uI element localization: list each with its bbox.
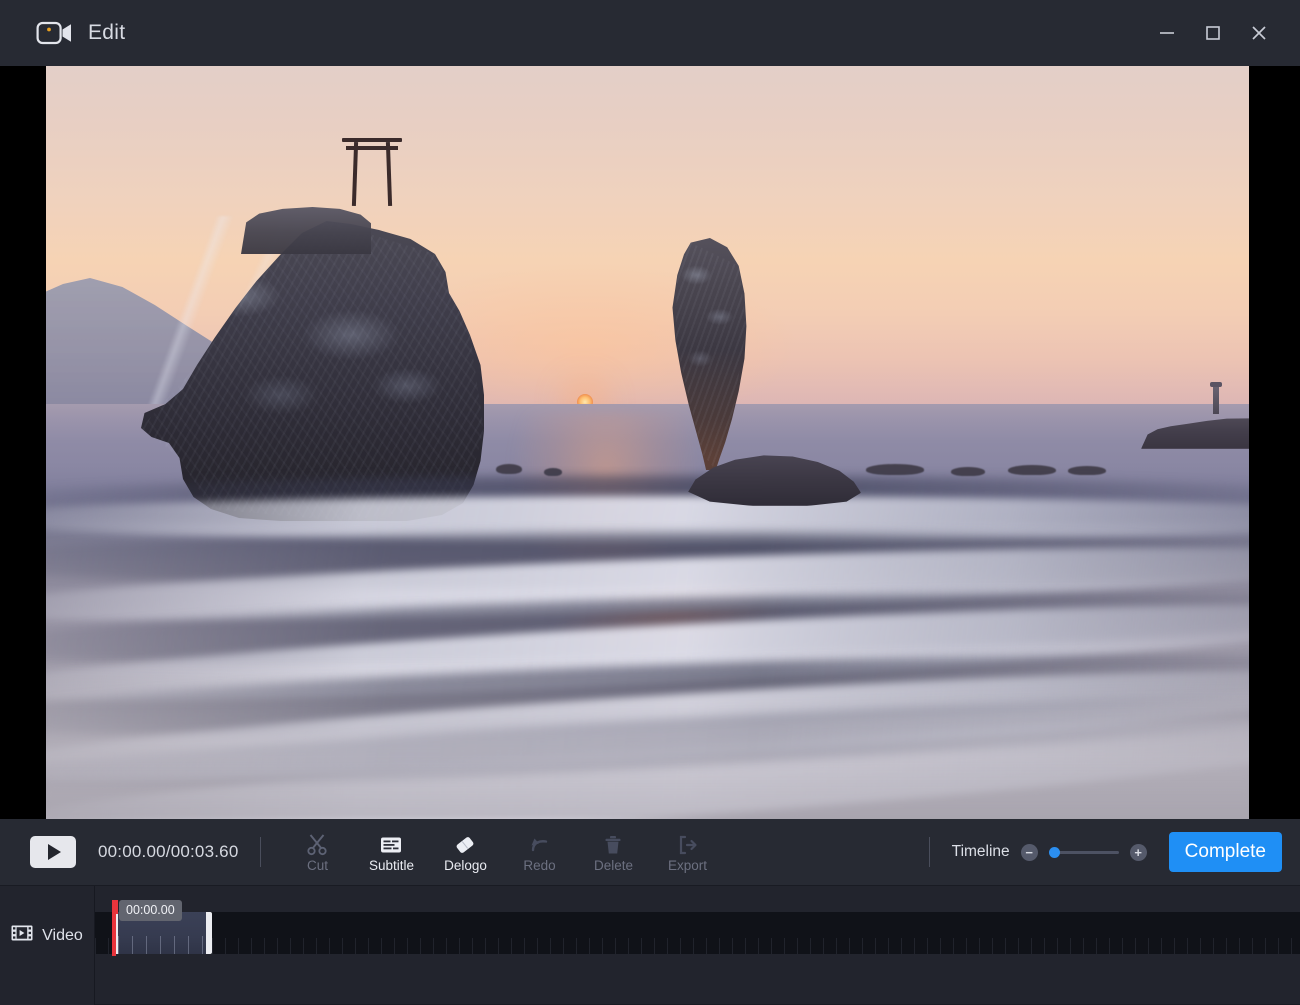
timeline-panel: Video 00:00.00 xyxy=(0,885,1300,1005)
delete-tool-label: Delete xyxy=(593,857,633,873)
video-preview[interactable] xyxy=(0,66,1300,819)
time-readout: 00:00.00/00:03.60 xyxy=(98,842,239,861)
export-tool[interactable]: Export xyxy=(653,830,721,875)
tool-group: Cut Subtitle Delogo Redo Delete Export xyxy=(283,830,721,875)
timeline-track-body[interactable]: 00:00.00 xyxy=(95,886,1300,1005)
close-button[interactable] xyxy=(1236,11,1282,55)
delogo-tool-label: Delogo xyxy=(444,857,487,873)
clip-waveform-ticks xyxy=(118,936,206,954)
video-track-label: Video xyxy=(42,926,83,944)
zoom-in-label: + xyxy=(1134,844,1142,860)
redo-tool[interactable]: Redo xyxy=(505,830,573,875)
scissors-icon xyxy=(306,832,328,856)
close-icon xyxy=(1252,26,1266,40)
editor-toolbar: 00:00.00/00:03.60 Cut Subtitle Delogo Re… xyxy=(0,819,1300,885)
tall-sea-rock xyxy=(660,238,756,470)
toolbar-divider-right xyxy=(928,837,930,867)
torii-gate-icon xyxy=(342,136,402,208)
video-track-header[interactable]: Video xyxy=(11,924,83,947)
subtitle-tool-label: Subtitle xyxy=(368,857,414,873)
titlebar-left-group: Edit xyxy=(36,18,125,48)
toolbar-divider xyxy=(260,837,262,867)
titlebar: Edit xyxy=(0,0,1300,66)
complete-button[interactable]: Complete xyxy=(1168,832,1282,872)
play-icon xyxy=(48,844,61,860)
lighthouse-lamp xyxy=(1210,382,1222,387)
letterbox-left xyxy=(0,66,46,819)
letterbox-right xyxy=(1249,66,1300,819)
lane-tick-marks xyxy=(95,938,1300,954)
cut-tool-label: Cut xyxy=(306,857,328,873)
play-button[interactable] xyxy=(30,836,76,868)
cut-tool[interactable]: Cut xyxy=(283,830,351,875)
export-icon xyxy=(675,832,699,856)
trash-icon xyxy=(602,832,624,856)
track-header: Video xyxy=(0,886,95,1005)
timeline-zoom-label: Timeline xyxy=(951,843,1010,860)
zoom-out-label: − xyxy=(1025,844,1033,860)
minimize-button[interactable] xyxy=(1144,11,1190,55)
subtitle-tool[interactable]: Subtitle xyxy=(357,830,425,875)
timeline-zoom-slider[interactable] xyxy=(1048,846,1119,858)
delete-tool[interactable]: Delete xyxy=(579,830,647,875)
redo-arrow-icon xyxy=(527,832,551,856)
video-camera-icon xyxy=(36,18,74,48)
lighthouse xyxy=(1213,386,1219,414)
export-tool-label: Export xyxy=(667,857,707,873)
page-title: Edit xyxy=(88,21,126,44)
timeline-zoom-control: Timeline − + xyxy=(952,843,1147,861)
timeline-zoom-slider-thumb[interactable] xyxy=(1048,846,1060,858)
zoom-in-button[interactable]: + xyxy=(1129,843,1147,861)
subtitle-icon xyxy=(379,832,403,856)
window-controls xyxy=(1144,0,1282,66)
playhead-handle[interactable] xyxy=(112,900,118,914)
zoom-out-button[interactable]: − xyxy=(1020,843,1038,861)
minimize-icon xyxy=(1160,32,1174,34)
playhead-time-tooltip: 00:00.00 xyxy=(119,900,182,921)
redo-tool-label: Redo xyxy=(523,857,556,873)
wet-sand-shore xyxy=(46,659,1249,819)
delogo-tool[interactable]: Delogo xyxy=(431,830,499,875)
eraser-icon xyxy=(453,832,477,856)
video-track-lane[interactable] xyxy=(95,912,1300,954)
edit-window: Edit 00:00.00/00:03.60 Cut Subtitle Delo… xyxy=(0,0,1300,1005)
video-frame xyxy=(46,66,1249,819)
film-strip-icon xyxy=(11,924,33,947)
maximize-icon xyxy=(1206,26,1220,40)
maximize-button[interactable] xyxy=(1190,11,1236,55)
